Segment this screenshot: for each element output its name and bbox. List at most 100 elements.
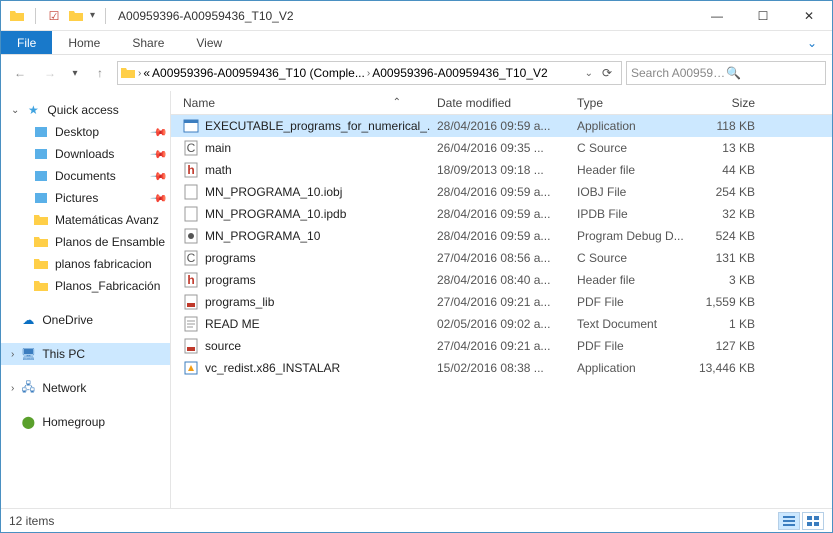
sidebar-item[interactable]: Planos_Fabricación: [1, 275, 170, 297]
pin-icon: 📌: [150, 145, 169, 164]
folder-icon: [33, 146, 49, 162]
file-icon: C: [183, 250, 199, 266]
file-type: C Source: [571, 141, 685, 155]
file-icon: h: [183, 272, 199, 288]
file-size: 127 KB: [685, 339, 765, 353]
qat-folder-icon[interactable]: [68, 8, 84, 24]
svg-text:C: C: [187, 251, 196, 265]
up-button[interactable]: ↑: [87, 60, 113, 86]
search-input[interactable]: Search A00959396-A00959436... 🔍: [626, 61, 826, 85]
svg-text:h: h: [187, 273, 194, 287]
address-dropdown-icon[interactable]: ⌄: [585, 68, 593, 79]
column-name[interactable]: Name⌃: [177, 96, 431, 110]
tab-share[interactable]: Share: [116, 31, 180, 54]
view-details-button[interactable]: [778, 512, 800, 530]
file-name: READ ME: [205, 317, 260, 331]
pin-icon: 📌: [150, 167, 169, 186]
sidebar-this-pc[interactable]: › 🖥 This PC: [1, 343, 170, 365]
file-type: Text Document: [571, 317, 685, 331]
sidebar-item-label: planos fabricacion: [55, 257, 170, 271]
chevron-right-icon[interactable]: ›: [11, 383, 14, 394]
folder-icon: [33, 256, 49, 272]
sidebar-item[interactable]: Desktop📌: [1, 121, 170, 143]
forward-button[interactable]: →: [37, 60, 63, 86]
pin-icon: 📌: [150, 123, 169, 142]
sidebar-item[interactable]: Documents 📌: [1, 165, 170, 187]
file-name: MN_PROGRAMA_10.iobj: [205, 185, 342, 199]
file-size: 254 KB: [685, 185, 765, 199]
sidebar-item-label: Downloads: [55, 147, 146, 161]
file-row[interactable]: Cmain26/04/2016 09:35 ...C Source13 KB: [171, 137, 832, 159]
file-name: MN_PROGRAMA_10.ipdb: [205, 207, 346, 221]
breadcrumb-prefix: «: [143, 66, 150, 80]
breadcrumb-seg1[interactable]: A00959396-A00959436_T10 (Comple...: [152, 66, 365, 80]
chevron-right-icon[interactable]: ›: [367, 68, 370, 79]
sidebar-item-label: Planos de Ensamble: [55, 235, 170, 249]
breadcrumb-seg2[interactable]: A00959396-A00959436_T10_V2: [372, 66, 548, 80]
tab-home[interactable]: Home: [52, 31, 116, 54]
sidebar-item-label: Documents: [55, 169, 146, 183]
file-row[interactable]: hmath18/09/2013 09:18 ...Header file44 K…: [171, 159, 832, 181]
sidebar-item[interactable]: Pictures📌: [1, 187, 170, 209]
refresh-button[interactable]: ⟳: [595, 62, 619, 84]
sidebar-homegroup[interactable]: › ⬤ Homegroup: [1, 411, 170, 433]
view-icons-button[interactable]: [802, 512, 824, 530]
chevron-down-icon[interactable]: ⌄: [11, 105, 19, 116]
chevron-right-icon[interactable]: ›: [138, 68, 141, 79]
file-type: IPDB File: [571, 207, 685, 221]
sidebar-item[interactable]: Downloads 📌: [1, 143, 170, 165]
file-type: PDF File: [571, 339, 685, 353]
qat-checkbox-icon[interactable]: ☑: [46, 8, 62, 24]
file-name: EXECUTABLE_programs_for_numerical_...: [205, 119, 431, 133]
qat-dropdown-icon[interactable]: ▾: [90, 10, 95, 21]
minimize-button[interactable]: —: [694, 1, 740, 31]
file-size: 118 KB: [685, 119, 765, 133]
file-row[interactable]: MN_PROGRAMA_1028/04/2016 09:59 a...Progr…: [171, 225, 832, 247]
file-icon: [183, 118, 199, 134]
address-bar-row: ← → ▾ ↑ › « A00959396-A00959436_T10 (Com…: [1, 55, 832, 91]
file-date: 27/04/2016 09:21 a...: [431, 295, 571, 309]
ribbon-expand-icon[interactable]: ⌄: [792, 31, 832, 54]
chevron-right-icon[interactable]: ›: [11, 349, 14, 360]
file-date: 28/04/2016 09:59 a...: [431, 185, 571, 199]
svg-text:C: C: [187, 141, 196, 155]
sidebar-item[interactable]: Planos de Ensamble: [1, 231, 170, 253]
maximize-button[interactable]: ☐: [740, 1, 786, 31]
file-size: 131 KB: [685, 251, 765, 265]
file-row[interactable]: MN_PROGRAMA_10.iobj 28/04/2016 09:59 a...…: [171, 181, 832, 203]
file-row[interactable]: READ ME02/05/2016 09:02 a...Text Documen…: [171, 313, 832, 335]
sidebar-item-label: Planos_Fabricación: [55, 279, 170, 293]
back-button[interactable]: ←: [7, 60, 33, 86]
file-size: 3 KB: [685, 273, 765, 287]
sidebar-network[interactable]: › 🖧 Network: [1, 377, 170, 399]
file-name: main: [205, 141, 231, 155]
file-row[interactable]: programs_lib27/04/2016 09:21 a...PDF Fil…: [171, 291, 832, 313]
sidebar-quick-access[interactable]: ⌄ ★ Quick access: [1, 99, 170, 121]
file-row[interactable]: vc_redist.x86_INSTALAR15/02/2016 08:38 .…: [171, 357, 832, 379]
tab-view[interactable]: View: [180, 31, 238, 54]
recent-dropdown[interactable]: ▾: [67, 60, 83, 86]
file-row[interactable]: Cprograms27/04/2016 08:56 a...C Source13…: [171, 247, 832, 269]
file-icon: [183, 184, 199, 200]
sidebar-item[interactable]: planos fabricacion: [1, 253, 170, 275]
file-size: 1,559 KB: [685, 295, 765, 309]
homegroup-icon: ⬤: [20, 414, 36, 430]
file-type: PDF File: [571, 295, 685, 309]
file-row[interactable]: hprograms28/04/2016 08:40 a...Header fil…: [171, 269, 832, 291]
sidebar-onedrive[interactable]: › ☁ OneDrive: [1, 309, 170, 331]
file-row[interactable]: source27/04/2016 09:21 a...PDF File127 K…: [171, 335, 832, 357]
tab-file[interactable]: File: [1, 31, 52, 54]
address-bar[interactable]: › « A00959396-A00959436_T10 (Comple... ›…: [117, 61, 622, 85]
column-date[interactable]: Date modified: [431, 96, 571, 110]
file-row[interactable]: MN_PROGRAMA_10.ipdb 28/04/2016 09:59 a...…: [171, 203, 832, 225]
close-button[interactable]: ✕: [786, 1, 832, 31]
file-type: IOBJ File: [571, 185, 685, 199]
column-type[interactable]: Type: [571, 96, 685, 110]
svg-text:h: h: [187, 163, 194, 177]
sidebar-item[interactable]: Matemáticas Avanz: [1, 209, 170, 231]
file-row[interactable]: EXECUTABLE_programs_for_numerical_...28/…: [171, 115, 832, 137]
column-size[interactable]: Size: [685, 96, 765, 110]
folder-icon: [33, 124, 49, 140]
file-date: 28/04/2016 09:59 a...: [431, 207, 571, 221]
column-headers: Name⌃ Date modified Type Size: [171, 91, 832, 115]
